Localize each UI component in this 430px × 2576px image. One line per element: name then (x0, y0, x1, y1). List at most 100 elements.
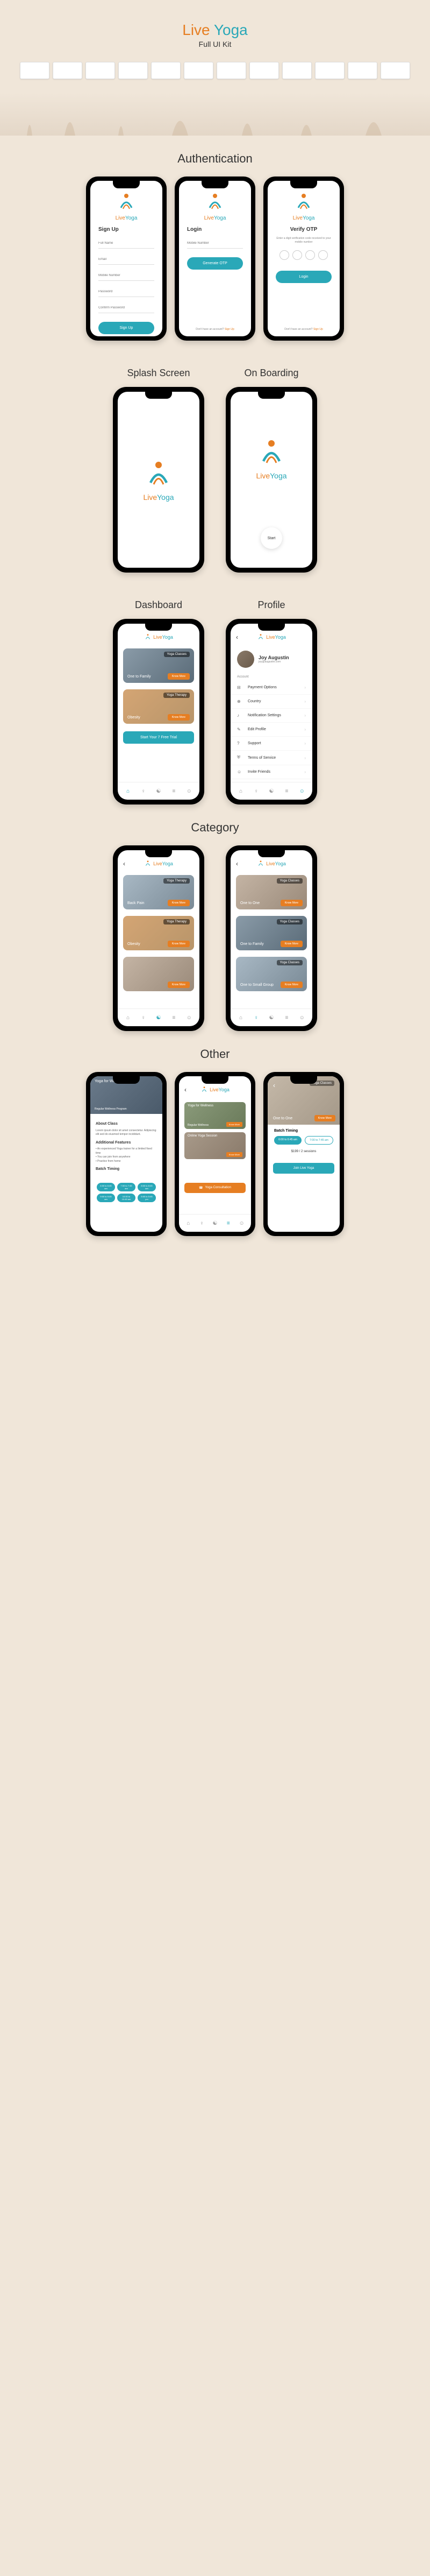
nav-more-icon[interactable]: ≡ (169, 787, 178, 795)
notifications-item[interactable]: ♪Notification Settings› (231, 709, 312, 723)
free-trial-button[interactable]: Start Your 7 Free Trial (123, 731, 194, 744)
nav-home-icon[interactable]: ⌂ (236, 787, 245, 795)
invite-item[interactable]: ☺Invite Friends› (231, 765, 312, 779)
nav-meditate-icon[interactable]: ☯ (154, 787, 163, 795)
phone-category-therapy: ‹ LiveYoga Yoga TherapyBack PainKnow Mor… (113, 845, 204, 1031)
nav-home-icon[interactable]: ⌂ (236, 1013, 245, 1022)
nav-meditate-icon[interactable]: ☯ (211, 1219, 219, 1227)
back-icon[interactable]: ‹ (184, 1086, 187, 1093)
nav-profile-icon[interactable]: ☺ (298, 1013, 306, 1022)
back-icon[interactable]: ‹ (236, 860, 238, 867)
category-card[interactable]: Know More (123, 957, 194, 991)
confirm-field[interactable] (98, 303, 154, 313)
know-more-button[interactable]: Know More (314, 1115, 335, 1121)
terms-item[interactable]: ⛨Terms of Service› (231, 751, 312, 765)
nav-profile-icon[interactable]: ☺ (185, 1013, 194, 1022)
generate-otp-button[interactable]: Generate OTP (187, 257, 243, 270)
about-text: Lorem ipsum dolor sit amet consectetur. … (96, 1129, 157, 1137)
phone-booking: ‹ Yoga Classes One to One Know More Batc… (263, 1072, 344, 1236)
nav-more-icon[interactable]: ≡ (282, 1013, 291, 1022)
category-card[interactable]: Yoga ClassesOne to FamilyKnow More (236, 916, 307, 950)
know-more-button[interactable]: Know More (281, 941, 303, 947)
nav-profile-icon[interactable]: ☺ (185, 787, 194, 795)
wellness-card[interactable]: Online Yoga SessionKnow More (184, 1132, 246, 1159)
nav-pose-icon[interactable]: ♀ (252, 787, 261, 795)
name-field[interactable] (98, 238, 154, 249)
know-more-button[interactable]: Know More (281, 982, 303, 988)
time-chip[interactable]: 8:00 to 8:45 am (138, 1183, 156, 1191)
category-card[interactable]: Yoga ClassesOne to OneKnow More (236, 875, 307, 909)
thumb (348, 62, 377, 79)
mobile-field[interactable] (98, 271, 154, 281)
time-chip[interactable]: 9:00 to 9:45 am (97, 1194, 115, 1202)
time-chip[interactable]: 7:00 to 7:45 am (117, 1183, 135, 1191)
back-icon[interactable]: ‹ (236, 633, 238, 641)
signup-link[interactable]: Sign Up (225, 328, 234, 331)
chevron-right-icon: › (304, 727, 306, 732)
edit-profile-item[interactable]: ✎Edit Profile› (231, 723, 312, 737)
join-button[interactable]: Join Live Yoga (273, 1163, 334, 1174)
signup-link[interactable]: Sign Up (313, 328, 323, 331)
nav-profile-icon[interactable]: ☺ (298, 787, 306, 795)
help-icon: ? (237, 741, 243, 746)
nav-pose-icon[interactable]: ♀ (139, 787, 148, 795)
otp-login-button[interactable]: Login (276, 271, 332, 283)
payment-options-item[interactable]: ⊟Payment Options› (231, 681, 312, 695)
category-card[interactable]: Yoga TherapyObesityKnow More (123, 916, 194, 950)
nav-meditate-icon[interactable]: ☯ (154, 1013, 163, 1022)
wellness-card[interactable]: Yoga for WellnessRegular WellnessKnow Mo… (184, 1102, 246, 1129)
dashboard-card[interactable]: Yoga Therapy Obesity Know More (123, 689, 194, 724)
email-field[interactable] (98, 255, 154, 265)
nav-home-icon[interactable]: ⌂ (124, 787, 132, 795)
country-item[interactable]: ⊕Country› (231, 695, 312, 709)
know-more-button[interactable]: Know More (226, 1152, 242, 1157)
time-chip[interactable]: 5:00 to 5:45 pm (138, 1194, 156, 1202)
nav-home-icon[interactable]: ⌂ (124, 1013, 132, 1022)
category-card[interactable]: Yoga ClassesOne to Small GroupKnow More (236, 957, 307, 991)
nav-meditate-icon[interactable]: ☯ (267, 787, 276, 795)
consultation-button[interactable]: ☎Yoga Consultation (184, 1183, 246, 1193)
nav-pose-icon[interactable]: ♀ (197, 1219, 206, 1227)
time-chip[interactable]: 10:00 to 10:45 am (117, 1194, 135, 1202)
nav-more-icon[interactable]: ≡ (282, 787, 291, 795)
section-splash-title: Splash Screen (127, 368, 190, 379)
signup-button[interactable]: Sign Up (98, 322, 154, 334)
nav-home-icon[interactable]: ⌂ (184, 1219, 192, 1227)
back-icon[interactable]: ‹ (273, 1082, 275, 1089)
know-more-button[interactable]: Know More (168, 714, 190, 721)
otp-subtitle: Enter a digit verification code received… (276, 237, 332, 244)
mobile-field[interactable] (187, 238, 243, 249)
time-chip[interactable]: 7:00 to 7:45 am (305, 1136, 333, 1145)
know-more-button[interactable]: Know More (281, 900, 303, 906)
bottom-nav: ⌂ ♀ ☯ ≡ ☺ (231, 1008, 312, 1026)
start-button[interactable]: Start (261, 527, 282, 549)
nav-more-icon[interactable]: ≡ (224, 1219, 233, 1227)
know-more-button[interactable]: Know More (168, 941, 190, 947)
know-more-button[interactable]: Know More (168, 900, 190, 906)
thumb (282, 62, 312, 79)
price-label: $199 / 2 sessions (274, 1150, 333, 1153)
nav-pose-icon[interactable]: ♀ (139, 1013, 148, 1022)
nav-pose-icon[interactable]: ♀ (252, 1013, 261, 1022)
signup-title: Sign Up (98, 227, 154, 232)
hero-title: One to One (273, 1117, 292, 1120)
back-icon[interactable]: ‹ (123, 860, 125, 867)
know-more-button[interactable]: Know More (226, 1122, 242, 1127)
dashboard-card[interactable]: Yoga Classes One to Family Know More (123, 648, 194, 683)
chevron-right-icon: › (304, 770, 306, 774)
nav-profile-icon[interactable]: ☺ (238, 1219, 246, 1227)
time-chip[interactable]: 6:00 to 6:45 am (97, 1183, 115, 1191)
know-more-button[interactable]: Know More (168, 673, 190, 680)
category-card[interactable]: Yoga TherapyBack PainKnow More (123, 875, 194, 909)
footer-link: Already have an account? Login (90, 334, 162, 336)
chevron-right-icon: › (304, 685, 306, 690)
nav-more-icon[interactable]: ≡ (169, 1013, 178, 1022)
support-item[interactable]: ?Support› (231, 737, 312, 751)
thumb (151, 62, 181, 79)
password-field[interactable] (98, 287, 154, 297)
otp-inputs[interactable] (276, 250, 332, 260)
time-chip[interactable]: 6:00 to 6:45 am (274, 1136, 302, 1145)
know-more-button[interactable]: Know More (168, 982, 190, 988)
nav-meditate-icon[interactable]: ☯ (267, 1013, 276, 1022)
section-category-title: Category (0, 821, 430, 835)
